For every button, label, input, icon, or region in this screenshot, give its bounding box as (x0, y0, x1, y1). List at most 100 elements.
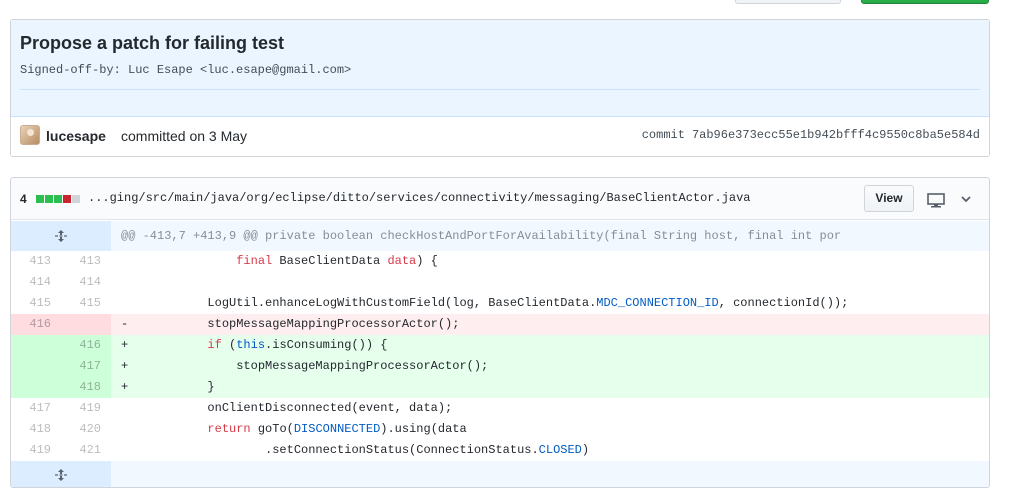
code-text: LogUtil.enhanceLogWithCustomField(log, B… (121, 296, 597, 310)
code-line: LogUtil.enhanceLogWithCustomField(log, B… (111, 293, 989, 314)
new-line-number[interactable]: 416 (61, 335, 111, 356)
new-line-number[interactable]: 420 (61, 419, 111, 440)
code-line: + } (111, 377, 989, 398)
diff-row-added: 417 + stopMessageMappingProcessorActor(); (11, 356, 989, 377)
top-secondary-button[interactable] (735, 0, 841, 4)
file-path[interactable]: ...ging/src/main/java/org/eclipse/ditto/… (88, 191, 751, 205)
file-diff: 4 ...ging/src/main/java/org/eclipse/ditt… (10, 177, 990, 488)
file-header: 4 ...ging/src/main/java/org/eclipse/ditt… (11, 178, 989, 220)
new-line-number[interactable]: 414 (61, 272, 111, 293)
diffstat-block (72, 195, 80, 203)
diffstat-block (63, 195, 71, 203)
diffstat-count: 4 (20, 192, 27, 206)
hunk-header: @@ -413,7 +413,9 @@ private boolean chec… (111, 221, 989, 251)
old-line-number[interactable]: 413 (11, 251, 61, 272)
diff-row-context: 413 413 final BaseClientData data) { (11, 251, 989, 272)
expand-gutter[interactable] (11, 461, 111, 487)
divider (20, 89, 980, 90)
unfold-icon[interactable] (54, 229, 68, 243)
code-line: final BaseClientData data) { (111, 251, 989, 272)
code-text: ( (221, 338, 237, 352)
code-text: ) { (416, 254, 438, 268)
code-constant: this (236, 338, 266, 352)
new-line-number[interactable]: 419 (61, 398, 111, 419)
author-link[interactable]: lucesape (46, 128, 106, 144)
view-button[interactable]: View (864, 185, 914, 212)
commit-meta: lucesape committed on 3 May commit 7ab96e… (11, 117, 989, 156)
diff-rows: 413 413 final BaseClientData data) {414 41… (11, 251, 989, 461)
commit-sha: commit 7ab96e373ecc55e1b942bfff4c9550c8ba… (642, 128, 980, 142)
diff-row-context: 417 419 onClientDisconnected(event, data)… (11, 398, 989, 419)
commit-description: Signed-off-by: Luc Esape <luc.esape@gmai… (20, 63, 352, 77)
commit-title: Propose a patch for failing test (20, 33, 285, 53)
diff-row-context: 414 414 (11, 272, 989, 293)
diffstat-blocks (36, 195, 81, 203)
old-line-number[interactable]: 418 (11, 419, 61, 440)
commit-header: Propose a patch for failing test Signed-… (11, 20, 989, 117)
code-constant: DISCONNECTED (293, 422, 381, 436)
diff-row-deleted: 416 - stopMessageMappingProcessorActor(); (11, 314, 989, 335)
code-text: goTo( (250, 422, 294, 436)
code-line: + if (this.isConsuming()) { (111, 335, 989, 356)
code-line: + stopMessageMappingProcessorActor(); (111, 356, 989, 377)
diffstat-block (45, 195, 53, 203)
code-keyword: data (387, 254, 417, 268)
new-line-number[interactable]: 418 (61, 377, 111, 398)
code-keyword: return (207, 422, 251, 436)
diffstat-block (36, 195, 44, 203)
new-line-number[interactable] (61, 314, 111, 335)
code-line: .setConnectionStatus(ConnectionStatus.CL… (111, 440, 989, 461)
diff-row-added: 418 + } (11, 377, 989, 398)
diff-row-added: 416 + if (this.isConsuming()) { (11, 335, 989, 356)
hunk-footer (111, 461, 989, 487)
diff-table: @@ -413,7 +413,9 @@ private boolean chec… (11, 221, 989, 487)
code-text: BaseClientData (272, 254, 388, 268)
new-line-number[interactable]: 421 (61, 440, 111, 461)
old-line-number[interactable] (11, 356, 61, 377)
code-keyword: if (207, 338, 222, 352)
code-text: + stopMessageMappingProcessorActor(); (121, 359, 489, 373)
code-text: - stopMessageMappingProcessorActor(); (121, 317, 460, 331)
chevron-down-icon[interactable] (959, 192, 973, 206)
top-primary-button[interactable] (861, 0, 989, 4)
sha-value[interactable]: 7ab96e373ecc55e1b942bfff4c9550c8ba5e584d (692, 128, 980, 142)
diffstat-block (54, 195, 62, 203)
diff-row-context: 419 421 .setConnectionStatus(ConnectionSt… (11, 440, 989, 461)
monitor-icon[interactable] (926, 192, 946, 208)
code-text: , connectionId()); (718, 296, 849, 310)
new-line-number[interactable]: 413 (61, 251, 111, 272)
code-text: ).using(data (380, 422, 467, 436)
old-line-number[interactable] (11, 377, 61, 398)
new-line-number[interactable]: 417 (61, 356, 111, 377)
code-line: - stopMessageMappingProcessorActor(); (111, 314, 989, 335)
commit-box: Propose a patch for failing test Signed-… (10, 19, 990, 157)
diff-row-context: 418 420 return goTo(DISCONNECTED).using(d… (11, 419, 989, 440)
code-constant: MDC_CONNECTION_ID (596, 296, 719, 310)
code-text: .setConnectionStatus(ConnectionStatus. (121, 443, 539, 457)
code-keyword: final (236, 254, 273, 268)
sha-label: commit (641, 128, 685, 142)
hunk-header-row: @@ -413,7 +413,9 @@ private boolean chec… (11, 221, 989, 251)
code-line: return goTo(DISCONNECTED).using(data (111, 419, 989, 440)
old-line-number[interactable]: 417 (11, 398, 61, 419)
avatar[interactable] (20, 125, 40, 145)
code-text: + } (121, 380, 215, 394)
code-text: + (121, 338, 208, 352)
code-text: ) (581, 443, 590, 457)
code-constant: CLOSED (538, 443, 582, 457)
new-line-number[interactable]: 415 (61, 293, 111, 314)
diff-row-context: 415 415 LogUtil.enhanceLogWithCustomField… (11, 293, 989, 314)
expand-gutter[interactable] (11, 221, 111, 251)
old-line-number[interactable] (11, 335, 61, 356)
old-line-number[interactable]: 419 (11, 440, 61, 461)
old-line-number[interactable]: 414 (11, 272, 61, 293)
old-line-number[interactable]: 416 (11, 314, 61, 335)
hunk-footer-row (11, 461, 989, 487)
code-line: onClientDisconnected(event, data); (111, 398, 989, 419)
commit-date: committed on 3 May (121, 128, 248, 144)
old-line-number[interactable]: 415 (11, 293, 61, 314)
unfold-icon[interactable] (54, 468, 68, 482)
